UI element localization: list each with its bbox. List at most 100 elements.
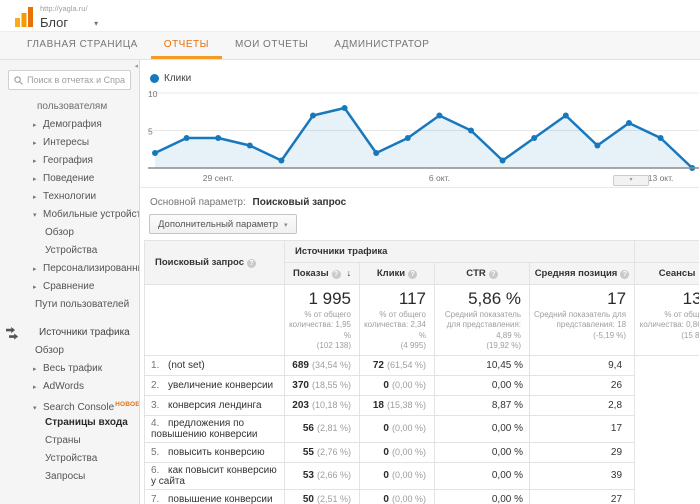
row-number: 3. (151, 400, 168, 411)
position-cell: 29 (530, 442, 635, 462)
svg-text:29 сент.: 29 сент. (203, 173, 234, 183)
main-nav: ГЛАВНАЯ СТРАНИЦА ОТЧЕТЫ МОИ ОТЧЕТЫ АДМИН… (0, 32, 700, 60)
sidebar-item-label: Персонализированный (43, 263, 139, 274)
help-icon[interactable] (489, 270, 498, 279)
impressions-cell: 55(2,76 %) (285, 442, 360, 462)
sidebar-item-label: Устройства (45, 453, 97, 464)
sidebar-item-устройства[interactable]: Устройства (0, 242, 139, 260)
query-link[interactable]: повысить конверсию (168, 447, 265, 458)
impressions-cell: 53(2,66 %) (285, 462, 360, 489)
chevron-right-icon: ▸ (33, 261, 43, 278)
svg-text:10: 10 (148, 89, 158, 99)
help-icon[interactable] (247, 259, 256, 268)
row-number: 6. (151, 465, 168, 476)
help-icon[interactable] (408, 270, 417, 279)
sidebar-item-пользователям[interactable]: пользователям (0, 98, 139, 116)
sessions-cell (635, 462, 699, 489)
sidebar-item-label: Источники трафика (39, 327, 130, 338)
column-header-impressions[interactable]: Показы (285, 263, 360, 285)
help-icon[interactable] (332, 270, 341, 279)
column-header-position[interactable]: Средняя позиция (530, 263, 635, 285)
sidebar-item-весь-трафик[interactable]: ▸Весь трафик (0, 360, 139, 378)
query-link[interactable]: конверсия лендинга (168, 400, 262, 411)
search-input[interactable] (27, 75, 125, 85)
chevron-right-icon: ▸ (33, 135, 43, 152)
report-search[interactable] (8, 70, 131, 90)
sidebar-item-устройства[interactable]: Устройства (0, 450, 139, 468)
new-badge: НОВОЕ (115, 401, 139, 408)
sidebar-item-мобильные-устройства[interactable]: ▾Мобильные устройства (0, 206, 139, 224)
sidebar-item-пути-пользователей[interactable]: Пути пользователей (0, 296, 139, 314)
sidebar-item-label: Весь трафик (43, 363, 102, 374)
impressions-cell: 203(10,18 %) (285, 395, 360, 415)
sidebar-item-запросы[interactable]: Запросы (0, 468, 139, 486)
clicks-cell: 0(0,00 %) (360, 375, 435, 395)
sessions-cell (635, 355, 699, 375)
sidebar-item-label: Сравнение (43, 281, 94, 292)
query-cell: 4.предложения по повышению конверсии (145, 415, 285, 442)
row-number: 4. (151, 418, 168, 429)
svg-text:6 окт.: 6 окт. (429, 173, 450, 183)
google-analytics-app: http://yagla.ru/ Блог ГЛАВНАЯ СТРАНИЦА О… (0, 0, 700, 504)
tab-home[interactable]: ГЛАВНАЯ СТРАНИЦА (14, 32, 151, 59)
chevron-right-icon: ▸ (33, 153, 43, 170)
ctr-cell: 0,00 % (435, 462, 530, 489)
secondary-dimension-button[interactable]: Дополнительный параметр (149, 214, 297, 234)
chevron-down-icon[interactable] (94, 19, 98, 28)
legend-dot-icon (150, 74, 159, 83)
clicks-cell: 0(0,00 %) (360, 489, 435, 504)
traffic-sources-icon (6, 327, 19, 340)
sidebar-item-поведение[interactable]: ▸Поведение (0, 170, 139, 188)
sidebar-item-adwords[interactable]: ▸AdWords (0, 378, 139, 396)
query-link[interactable]: как повысит конверсию у сайта (151, 465, 277, 487)
sidebar-collapse-icon[interactable] (134, 62, 138, 70)
summary-impressions: 1 995 % от общего количества: 1,95 %(102… (285, 285, 360, 356)
tab-admin[interactable]: АДМИНИСТРАТОР (321, 32, 442, 59)
sidebar-item-обзор[interactable]: Обзор (0, 224, 139, 242)
sidebar-item-технологии[interactable]: ▸Технологии (0, 188, 139, 206)
chevron-right-icon: ▸ (33, 279, 43, 296)
chevron-right-icon: ▸ (33, 171, 43, 188)
summary-position: 17 Средний показатель для представления:… (530, 285, 635, 356)
clicks-cell: 0(0,00 %) (360, 415, 435, 442)
help-icon[interactable] (620, 270, 629, 279)
tab-reports[interactable]: ОТЧЕТЫ (151, 32, 222, 59)
sidebar-item-обзор[interactable]: Обзор (0, 342, 139, 360)
sidebar-item-search-console[interactable]: ▾Search ConsoleНОВОЕ (0, 396, 139, 414)
column-header-sessions[interactable]: Сеансы (635, 263, 699, 285)
sort-descending-icon[interactable] (347, 268, 352, 278)
sidebar-item-label: Страницы входа (45, 417, 128, 428)
clicks-cell: 18(15,38 %) (360, 395, 435, 415)
query-link[interactable]: увеличение конверсии (168, 380, 273, 391)
sidebar-item-персонализированный[interactable]: ▸Персонализированный (0, 260, 139, 278)
sidebar-item-label: Технологии (43, 191, 96, 202)
sidebar-item-сравнение[interactable]: ▸Сравнение (0, 278, 139, 296)
chevron-right-icon: ▸ (33, 189, 43, 206)
query-cell: 6.как повысит конверсию у сайта (145, 462, 285, 489)
primary-dimension-value[interactable]: Поисковый запрос (253, 197, 347, 208)
account-switcher[interactable]: http://yagla.ru/ Блог (40, 4, 98, 30)
sidebar-item-география[interactable]: ▸География (0, 152, 139, 170)
table-row: 1.(not set)689(34,54 %)72(61,54 %)10,45 … (145, 355, 700, 375)
ctr-cell: 10,45 % (435, 355, 530, 375)
position-cell: 26 (530, 375, 635, 395)
sidebar-item-интересы[interactable]: ▸Интересы (0, 134, 139, 152)
chevron-down-icon: ▾ (33, 207, 43, 224)
query-table: Поисковый запрос Источники трафика Показ… (144, 240, 699, 504)
sidebar-item-label: Обзор (45, 227, 74, 238)
impressions-cell: 370(18,55 %) (285, 375, 360, 395)
clicks-cell: 0(0,00 %) (360, 462, 435, 489)
column-header-ctr[interactable]: CTR (435, 263, 530, 285)
sidebar-item-страны[interactable]: Страны (0, 432, 139, 450)
column-header-query[interactable]: Поисковый запрос (145, 241, 285, 285)
primary-dimension-label: Основной параметр: (150, 197, 246, 208)
query-link[interactable]: повышение конверсии (168, 494, 273, 504)
sidebar-item-страницы-входа[interactable]: Страницы входа (0, 414, 139, 432)
sessions-cell (635, 489, 699, 504)
sidebar-item-источники-трафика[interactable]: Источники трафика (0, 324, 139, 342)
sidebar-item-демография[interactable]: ▸Демография (0, 116, 139, 134)
tab-my-reports[interactable]: МОИ ОТЧЕТЫ (222, 32, 321, 59)
chart-footer-toggle-button[interactable] (613, 175, 649, 186)
query-link[interactable]: (not set) (168, 360, 205, 371)
column-header-clicks[interactable]: Клики (360, 263, 435, 285)
